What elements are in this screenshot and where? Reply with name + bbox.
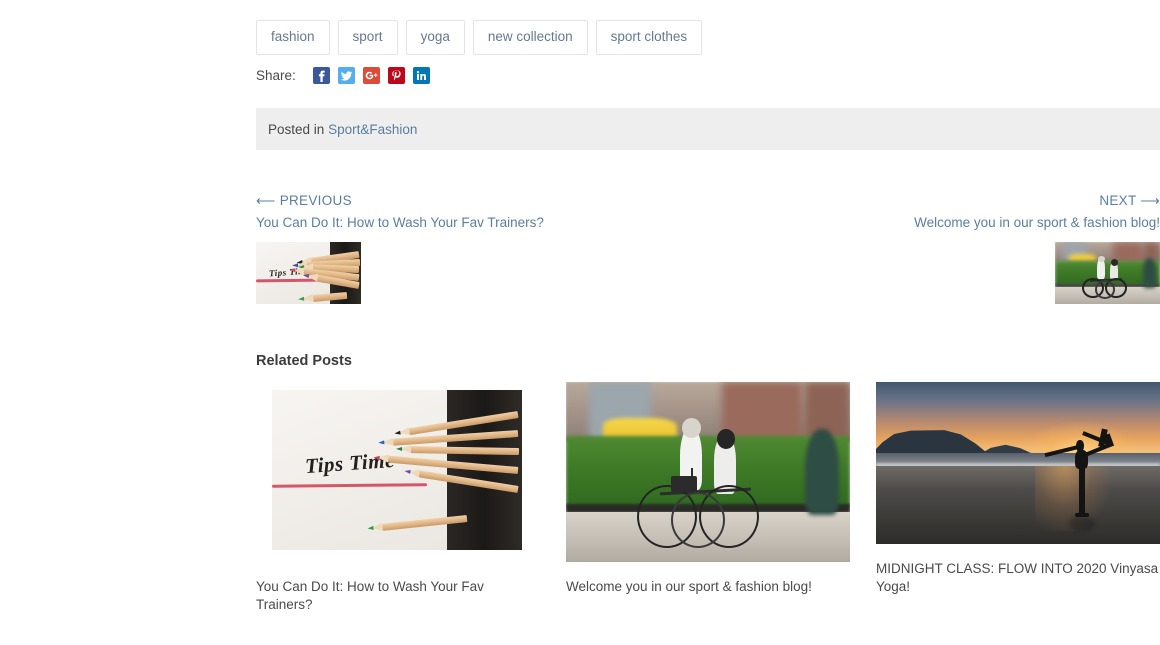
tag-sport-clothes[interactable]: sport clothes	[595, 20, 703, 55]
related-post-image-pencils[interactable]: Tips Time	[272, 390, 522, 550]
share-label: Share:	[256, 68, 296, 83]
facebook-share-icon[interactable]	[312, 67, 330, 84]
cyclists-image	[566, 382, 850, 562]
related-posts-heading: Related Posts	[256, 353, 352, 369]
previous-post-kicker[interactable]: ⟵ PREVIOUS	[256, 190, 544, 212]
tag-new-collection[interactable]: new collection	[472, 20, 588, 55]
tips-time-pencils-thumb-image: Tips Time	[256, 242, 361, 304]
yoga-beach-sunset-image	[876, 382, 1160, 544]
twitter-share-icon[interactable]	[337, 67, 355, 84]
tips-time-pencils-image: Tips Time	[272, 390, 522, 550]
share-icon-list	[312, 67, 430, 84]
post-tags: fashion sport yoga new collection sport …	[256, 20, 703, 55]
posted-in-band: Posted in Sport&Fashion	[256, 108, 1160, 150]
linkedin-share-icon[interactable]	[412, 67, 430, 84]
tag-yoga[interactable]: yoga	[405, 20, 465, 55]
previous-post-thumbnail[interactable]: Tips Time	[256, 242, 361, 304]
previous-post-nav: ⟵ PREVIOUS You Can Do It: How to Wash Yo…	[256, 190, 544, 304]
related-post-title[interactable]: You Can Do It: How to Wash Your Fav Trai…	[256, 578, 540, 614]
next-post-thumbnail[interactable]	[1055, 242, 1160, 304]
related-post-image-yoga[interactable]	[876, 382, 1160, 544]
cyclists-thumb-image	[1055, 242, 1160, 304]
pinterest-share-icon[interactable]	[387, 67, 405, 84]
share-bar: Share:	[256, 67, 430, 84]
next-post-kicker[interactable]: NEXT ⟶	[914, 190, 1160, 212]
related-post-title[interactable]: MIDNIGHT CLASS: FLOW INTO 2020 Vinyasa Y…	[876, 560, 1160, 596]
next-post-nav: NEXT ⟶ Welcome you in our sport & fashio…	[914, 190, 1160, 304]
related-post-card: Tips Time You Can Do It: How to Wash You…	[256, 382, 540, 614]
posted-in-prefix: Posted in	[268, 121, 325, 137]
related-post-title[interactable]: Welcome you in our sport & fashion blog!	[566, 578, 850, 596]
posted-in-text: Posted in Sport&Fashion	[256, 122, 417, 137]
tag-fashion[interactable]: fashion	[256, 20, 330, 55]
previous-post-title-link[interactable]: You Can Do It: How to Wash Your Fav Trai…	[256, 212, 544, 234]
post-navigation: ⟵ PREVIOUS You Can Do It: How to Wash Yo…	[0, 190, 1160, 310]
related-post-card: Welcome you in our sport & fashion blog!	[566, 382, 850, 614]
blog-post-footer: fashion sport yoga new collection sport …	[0, 0, 1160, 645]
posted-in-category-link[interactable]: Sport&Fashion	[328, 122, 417, 137]
related-posts-grid: Tips Time You Can Do It: How to Wash You…	[256, 382, 1160, 614]
google-plus-share-icon[interactable]	[362, 67, 380, 84]
related-post-image-cyclists[interactable]	[566, 382, 850, 562]
tag-sport[interactable]: sport	[337, 20, 398, 55]
related-post-card: MIDNIGHT CLASS: FLOW INTO 2020 Vinyasa Y…	[876, 382, 1160, 614]
next-post-title-link[interactable]: Welcome you in our sport & fashion blog!	[914, 212, 1160, 234]
